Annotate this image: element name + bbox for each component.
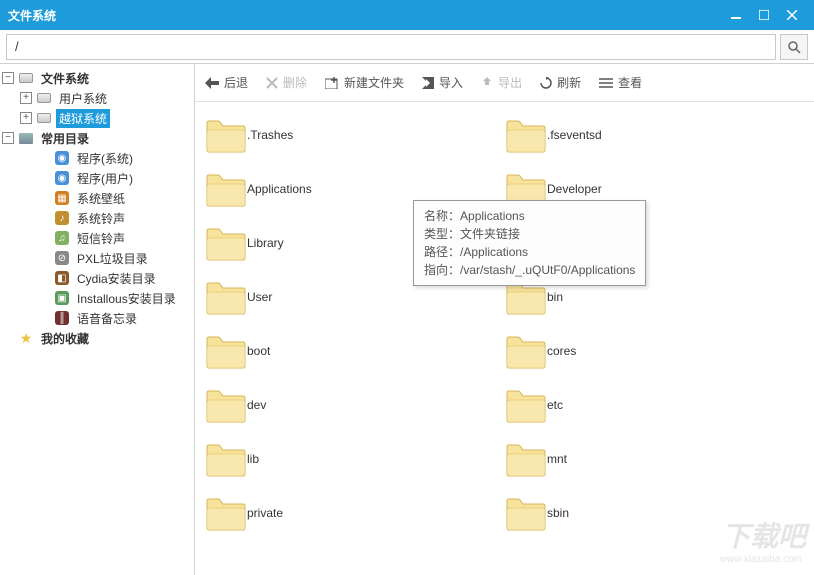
file-name: .Trashes	[247, 128, 293, 142]
path-input[interactable]	[6, 34, 776, 60]
sidebar-item[interactable]: ▣Installous安装目录	[0, 288, 194, 308]
sidebar: − 文件系统 + 用户系统 + 越狱系统 − 常用目录 ◉程序(系统) ◉程序(…	[0, 64, 195, 575]
new-folder-button[interactable]: 新建文件夹	[325, 74, 404, 91]
folder-item[interactable]: lib	[205, 436, 485, 482]
file-name: lib	[247, 452, 259, 466]
file-name: User	[247, 290, 272, 304]
tree-common-dirs[interactable]: − 常用目录	[0, 128, 194, 148]
tree-label: 我的收藏	[38, 329, 92, 348]
search-button[interactable]	[780, 34, 808, 60]
file-name: Developer	[547, 182, 602, 196]
folder-item[interactable]: boot	[205, 328, 485, 374]
sidebar-item[interactable]: ◧Cydia安装目录	[0, 268, 194, 288]
tree-label: 常用目录	[38, 129, 92, 148]
expand-icon[interactable]: +	[20, 92, 32, 104]
star-icon: ★	[18, 330, 34, 346]
sidebar-item[interactable]: ▦系统壁纸	[0, 188, 194, 208]
folder-icon	[205, 440, 247, 478]
close-button[interactable]	[778, 5, 806, 25]
folder-icon	[505, 332, 547, 370]
arrow-left-icon	[205, 77, 219, 89]
file-name: dev	[247, 398, 266, 412]
folder-item[interactable]: cores	[505, 328, 785, 374]
folder-icon	[205, 170, 247, 208]
back-button[interactable]: 后退	[205, 74, 248, 91]
disk-icon	[36, 110, 52, 126]
folder-item[interactable]: mnt	[505, 436, 785, 482]
tree-root-filesystem[interactable]: − 文件系统	[0, 68, 194, 88]
address-bar	[0, 30, 814, 64]
file-name: private	[247, 506, 283, 520]
sidebar-item[interactable]: ║语音备忘录	[0, 308, 194, 328]
file-name: .fseventsd	[547, 128, 602, 142]
export-icon	[481, 77, 493, 89]
sidebar-item[interactable]: ◉程序(用户)	[0, 168, 194, 188]
folder-icon	[205, 386, 247, 424]
refresh-icon	[540, 77, 552, 89]
folder-icon	[505, 494, 547, 532]
folder-icon	[205, 224, 247, 262]
sidebar-item[interactable]: ◉程序(系统)	[0, 148, 194, 168]
folder-icon	[205, 494, 247, 532]
file-name: boot	[247, 344, 270, 358]
file-name: etc	[547, 398, 563, 412]
delete-button: 删除	[266, 74, 307, 91]
file-name: Applications	[247, 182, 312, 196]
file-list: .Trashes .fseventsd Applications Developer L…	[195, 102, 814, 575]
collapse-icon[interactable]: −	[2, 132, 14, 144]
tree-label: 文件系统	[38, 69, 92, 88]
folder-icon	[505, 440, 547, 478]
expand-icon[interactable]: +	[20, 112, 32, 124]
file-name: bin	[547, 290, 563, 304]
new-folder-icon	[325, 77, 339, 89]
file-name: Library	[247, 236, 284, 250]
x-icon	[266, 77, 278, 89]
titlebar: 文件系统	[0, 0, 814, 30]
minimize-button[interactable]	[722, 5, 750, 25]
folder-item[interactable]: sbin	[505, 490, 785, 536]
file-name: cores	[547, 344, 576, 358]
collapse-icon[interactable]: −	[2, 72, 14, 84]
file-name: sbin	[547, 506, 569, 520]
tree-label: 越狱系统	[56, 109, 110, 128]
tooltip: 名称：Applications 类型：文件夹链接 路径：/Application…	[413, 200, 646, 286]
folder-icon	[205, 332, 247, 370]
folder-item[interactable]: .Trashes	[205, 112, 485, 158]
folder-item[interactable]: private	[205, 490, 485, 536]
folder-item[interactable]: dev	[205, 382, 485, 428]
file-name: mnt	[547, 452, 567, 466]
folder-item[interactable]: .fseventsd	[505, 112, 785, 158]
view-button[interactable]: 查看	[599, 74, 642, 91]
folder-icon	[205, 116, 247, 154]
folder-icon	[505, 116, 547, 154]
disk-icon	[36, 90, 52, 106]
tree-favorites[interactable]: ★ 我的收藏	[0, 328, 194, 348]
sidebar-item[interactable]: ♪系统铃声	[0, 208, 194, 228]
toolbar: 后退 删除 新建文件夹 导入 导出 刷新 查看	[195, 64, 814, 102]
import-button[interactable]: 导入	[422, 74, 463, 91]
disk-icon	[18, 70, 34, 86]
sidebar-item[interactable]: ♫短信铃声	[0, 228, 194, 248]
sidebar-item[interactable]: ⊘PXL垃圾目录	[0, 248, 194, 268]
watermark-url: www.xiazaiba.com	[720, 554, 802, 565]
maximize-button[interactable]	[750, 5, 778, 25]
refresh-button[interactable]: 刷新	[540, 74, 581, 91]
tree-user-system[interactable]: + 用户系统	[0, 88, 194, 108]
import-icon	[422, 77, 434, 89]
view-icon	[599, 78, 613, 88]
export-button: 导出	[481, 74, 522, 91]
folder-item[interactable]: etc	[505, 382, 785, 428]
folder-icon	[505, 386, 547, 424]
tree-label: 用户系统	[56, 89, 110, 108]
folder-icon	[18, 130, 34, 146]
folder-icon	[205, 278, 247, 316]
tree-jailbreak-system[interactable]: + 越狱系统	[0, 108, 194, 128]
search-icon	[787, 40, 801, 54]
window-title: 文件系统	[8, 7, 56, 24]
